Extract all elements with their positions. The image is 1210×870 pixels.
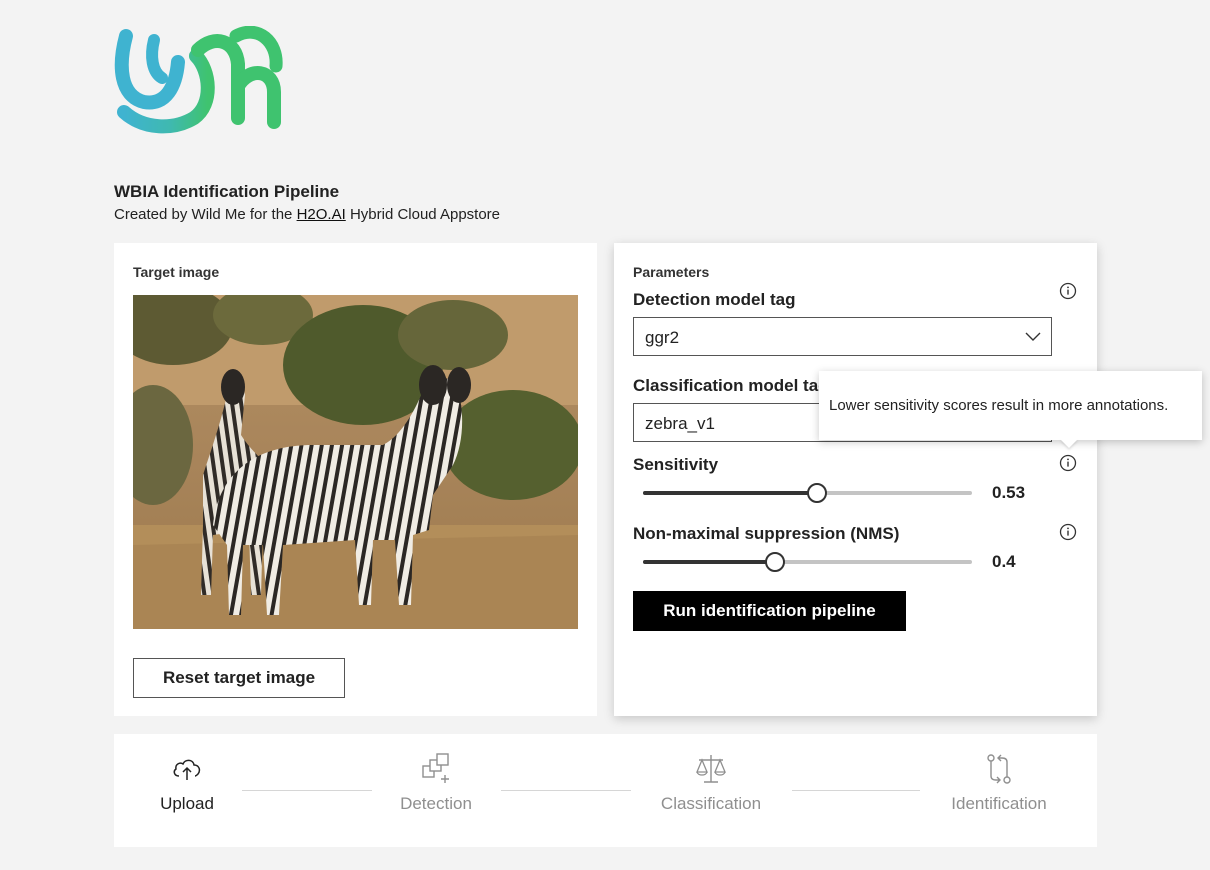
- info-icon[interactable]: [1059, 454, 1077, 472]
- subtitle-suffix: Hybrid Cloud Appstore: [349, 206, 501, 223]
- slider-thumb[interactable]: [764, 552, 785, 572]
- chevron-down-icon: [1025, 332, 1041, 341]
- h2o-link[interactable]: H2O.AI: [297, 206, 346, 223]
- reset-target-image-button[interactable]: Reset target image: [133, 658, 345, 698]
- subtitle-prefix: Created by Wild Me for the: [114, 206, 293, 223]
- detection-model-dropdown[interactable]: ggr2: [633, 317, 1052, 356]
- wild-me-logo: [114, 26, 283, 134]
- step-connector: [242, 790, 372, 791]
- sensitivity-tooltip: Lower sensitivity scores result in more …: [819, 371, 1202, 440]
- classification-model-label: Classification model tag: [633, 376, 829, 395]
- nms-value: 0.4: [992, 552, 1016, 571]
- sensitivity-value: 0.53: [992, 483, 1026, 502]
- slider-thumb[interactable]: [807, 483, 828, 503]
- step-label: Classification: [660, 794, 762, 813]
- scale-icon: [696, 755, 726, 783]
- page-title: WBIA Identification Pipeline: [114, 182, 340, 201]
- info-icon[interactable]: [1059, 523, 1077, 541]
- target-image-label: Target image: [133, 264, 220, 280]
- step-label: Detection: [400, 794, 472, 813]
- step-connector: [501, 790, 631, 791]
- parameters-card: Parameters Detection model tag ggr2 Clas…: [614, 243, 1097, 716]
- target-image: [133, 295, 578, 629]
- step-classification[interactable]: Classification: [641, 752, 781, 814]
- sensitivity-label: Sensitivity: [633, 455, 719, 474]
- target-image-card: Target image Reset target image: [114, 243, 597, 716]
- slider-fill: [643, 560, 775, 564]
- detection-model-label: Detection model tag: [633, 290, 796, 309]
- step-upload[interactable]: Upload: [117, 752, 257, 814]
- step-label: Upload: [160, 794, 214, 813]
- page-subtitle: Created by Wild Me for the H2O.AI Hybrid…: [114, 206, 500, 223]
- step-identification[interactable]: Identification: [929, 752, 1069, 814]
- step-connector: [792, 790, 920, 791]
- compare-icon: [987, 754, 1011, 784]
- parameters-heading: Parameters: [633, 264, 710, 280]
- info-icon[interactable]: [1059, 282, 1077, 300]
- step-detection[interactable]: Detection: [366, 752, 506, 814]
- sensitivity-slider[interactable]: [643, 481, 972, 505]
- classification-model-value: zebra_v1: [645, 414, 715, 433]
- detection-icon: [422, 753, 449, 783]
- run-pipeline-button[interactable]: Run identification pipeline: [633, 591, 906, 631]
- nms-label: Non-maximal suppression (NMS): [633, 524, 900, 543]
- nms-slider[interactable]: [643, 550, 972, 574]
- pipeline-stepper: Upload Detection Classification Identifi…: [114, 734, 1097, 847]
- cloud-upload-icon: [173, 759, 201, 780]
- slider-fill: [643, 491, 818, 495]
- tooltip-arrow: [1060, 439, 1078, 448]
- detection-model-value: ggr2: [645, 328, 680, 347]
- step-label: Identification: [951, 794, 1047, 813]
